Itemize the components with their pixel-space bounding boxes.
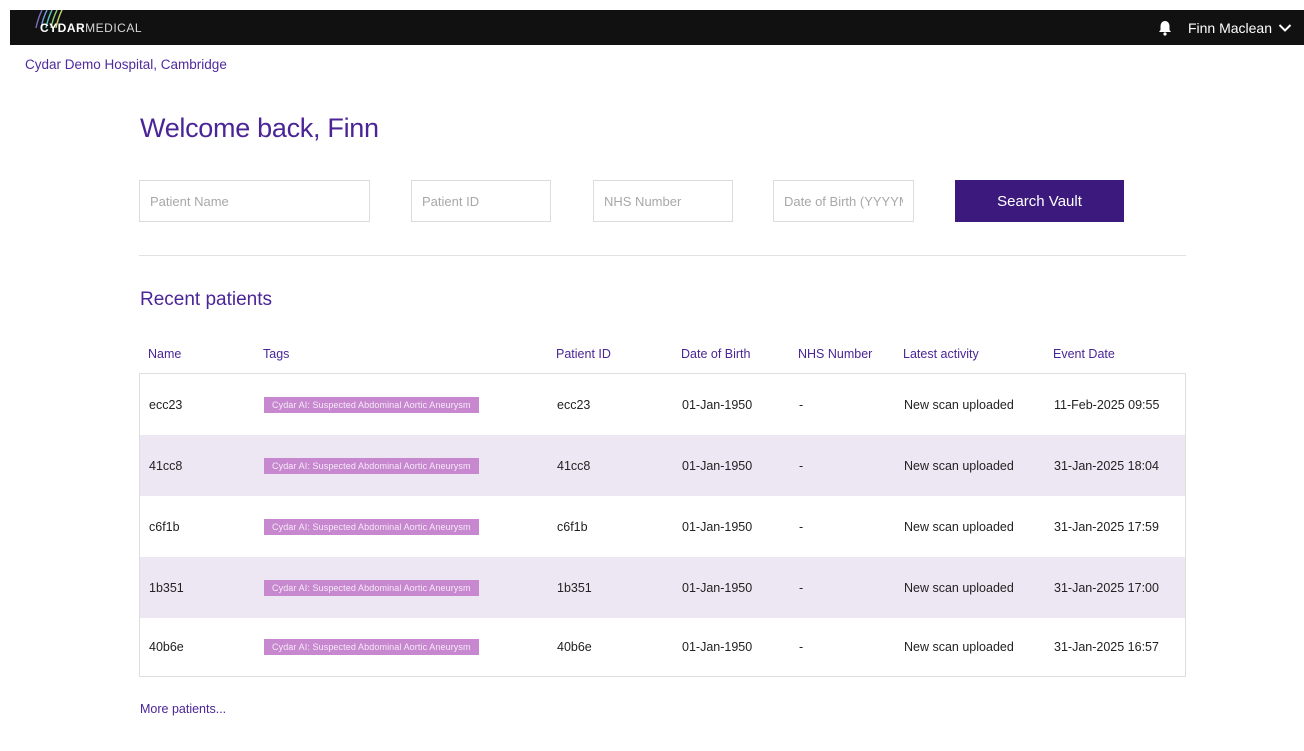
user-area: Finn Maclean [1158, 20, 1304, 36]
column-header-latest-activity[interactable]: Latest activity [903, 347, 979, 361]
brand-logo[interactable]: CYDARMEDICAL [10, 10, 142, 45]
date-of-birth-cell: 01-Jan-1950 [682, 458, 753, 473]
date-of-birth-cell: 01-Jan-1950 [682, 580, 753, 595]
column-header-tags[interactable]: Tags [263, 347, 289, 361]
divider [139, 255, 1186, 256]
latest-activity-cell: New scan uploaded [904, 640, 1014, 654]
date-of-birth-input[interactable] [773, 180, 914, 222]
tag-badge: Cydar AI: Suspected Abdominal Aortic Ane… [264, 457, 479, 474]
nhs-number-cell: - [799, 519, 804, 534]
table-row[interactable]: 1b351 Cydar AI: Suspected Abdominal Aort… [140, 557, 1185, 618]
bell-icon[interactable] [1158, 20, 1172, 36]
patient-name-cell: ecc23 [149, 397, 183, 412]
column-header-nhs-number[interactable]: NHS Number [798, 347, 872, 361]
latest-activity-cell: New scan uploaded [904, 519, 1014, 534]
nhs-number-input[interactable] [593, 180, 733, 222]
patient-name-input[interactable] [139, 180, 370, 222]
nhs-number-cell: - [799, 640, 804, 654]
tags-cell: Cydar AI: Suspected Abdominal Aortic Ane… [264, 374, 479, 435]
table-row[interactable]: ecc23 Cydar AI: Suspected Abdominal Aort… [140, 374, 1185, 435]
event-date-cell: 31-Jan-2025 18:04 [1054, 458, 1159, 473]
tag-badge: Cydar AI: Suspected Abdominal Aortic Ane… [264, 518, 479, 535]
event-date-cell: 31-Jan-2025 16:57 [1054, 640, 1159, 654]
latest-activity-cell: New scan uploaded [904, 580, 1014, 595]
date-of-birth-cell: 01-Jan-1950 [682, 640, 753, 654]
patient-id-cell: 41cc8 [557, 458, 591, 473]
patient-id-cell: 1b351 [557, 580, 592, 595]
search-vault-button[interactable]: Search Vault [955, 180, 1124, 222]
date-of-birth-cell: 01-Jan-1950 [682, 397, 753, 412]
tag-badge: Cydar AI: Suspected Abdominal Aortic Ane… [264, 579, 479, 596]
table-row[interactable]: c6f1b Cydar AI: Suspected Abdominal Aort… [140, 496, 1185, 557]
nhs-number-cell: - [799, 397, 804, 412]
date-of-birth-cell: 01-Jan-1950 [682, 519, 753, 534]
nhs-number-cell: - [799, 458, 804, 473]
hospital-name[interactable]: Cydar Demo Hospital, Cambridge [25, 57, 227, 72]
latest-activity-cell: New scan uploaded [904, 458, 1014, 473]
event-date-cell: 31-Jan-2025 17:00 [1054, 580, 1159, 595]
patient-id-cell: c6f1b [557, 519, 588, 534]
recent-patients-table: ecc23 Cydar AI: Suspected Abdominal Aort… [139, 373, 1186, 677]
nhs-number-cell: - [799, 580, 804, 595]
patient-name-cell: 41cc8 [149, 458, 183, 473]
patient-id-cell: 40b6e [557, 640, 592, 654]
tags-cell: Cydar AI: Suspected Abdominal Aortic Ane… [264, 618, 479, 676]
table-row[interactable]: 40b6e Cydar AI: Suspected Abdominal Aort… [140, 618, 1185, 676]
user-name[interactable]: Finn Maclean [1188, 20, 1272, 36]
chevron-down-icon[interactable] [1278, 23, 1292, 33]
patient-id-input[interactable] [411, 180, 551, 222]
top-navigation-bar: CYDARMEDICAL Finn Maclean [10, 10, 1304, 45]
patient-name-cell: 40b6e [149, 640, 184, 654]
more-patients-link[interactable]: More patients... [140, 702, 226, 716]
tags-cell: Cydar AI: Suspected Abdominal Aortic Ane… [264, 557, 479, 618]
patient-id-cell: ecc23 [557, 397, 591, 412]
latest-activity-cell: New scan uploaded [904, 397, 1014, 412]
tags-cell: Cydar AI: Suspected Abdominal Aortic Ane… [264, 496, 479, 557]
recent-patients-title: Recent patients [140, 289, 273, 310]
page-title: Welcome back, Finn [140, 113, 379, 143]
patient-name-cell: 1b351 [149, 580, 184, 595]
tag-badge: Cydar AI: Suspected Abdominal Aortic Ane… [264, 639, 479, 655]
patient-name-cell: c6f1b [149, 519, 180, 534]
column-header-patient-id[interactable]: Patient ID [556, 347, 611, 361]
column-header-date-of-birth[interactable]: Date of Birth [681, 347, 750, 361]
column-header-name[interactable]: Name [148, 347, 181, 361]
table-header: Name Tags Patient ID Date of Birth NHS N… [139, 347, 1186, 363]
tag-badge: Cydar AI: Suspected Abdominal Aortic Ane… [264, 396, 479, 413]
table-row[interactable]: 41cc8 Cydar AI: Suspected Abdominal Aort… [140, 435, 1185, 496]
brand-wordmark: CYDARMEDICAL [40, 20, 143, 35]
event-date-cell: 11-Feb-2025 09:55 [1054, 397, 1160, 412]
tags-cell: Cydar AI: Suspected Abdominal Aortic Ane… [264, 435, 479, 496]
event-date-cell: 31-Jan-2025 17:59 [1054, 519, 1159, 534]
column-header-event-date[interactable]: Event Date [1053, 347, 1115, 361]
